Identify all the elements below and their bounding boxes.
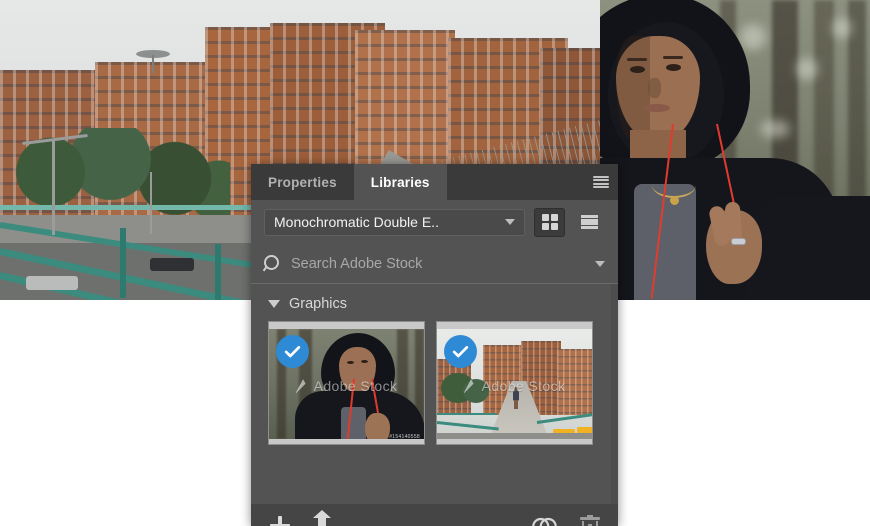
- canvas-image-hoodie-woman: [600, 0, 870, 300]
- tab-bar-spacer: [447, 164, 584, 200]
- screenshot-root: Properties Libraries Monochromatic Doubl…: [0, 0, 870, 526]
- selected-check-circle-icon: [444, 335, 477, 368]
- search-chevron-down-icon[interactable]: [595, 260, 605, 267]
- panel-menu-button[interactable]: [584, 164, 618, 200]
- list-view-icon: [581, 215, 598, 229]
- search-input[interactable]: [291, 255, 585, 272]
- creative-cloud-icon[interactable]: [531, 514, 558, 526]
- library-dropdown-label: Monochromatic Double E..: [274, 214, 439, 230]
- asset-watermark: Adobe Stock: [269, 378, 424, 394]
- triangle-down-icon: [268, 300, 280, 308]
- section-header-graphics[interactable]: Graphics: [251, 284, 618, 321]
- chevron-down-icon: [505, 219, 515, 225]
- tab-properties-label: Properties: [268, 174, 337, 190]
- adobe-stock-logo-icon: [295, 379, 311, 394]
- tab-libraries[interactable]: Libraries: [353, 164, 447, 200]
- add-content-icon[interactable]: [269, 515, 291, 526]
- section-title-graphics: Graphics: [289, 296, 348, 312]
- tab-libraries-label: Libraries: [370, 174, 430, 190]
- asset-watermark: Adobe Stock: [437, 378, 592, 394]
- panel-tab-bar: Properties Libraries: [251, 164, 618, 200]
- upload-icon[interactable]: [311, 510, 333, 526]
- trash-icon[interactable]: [580, 514, 600, 526]
- library-content-area: Graphics Adobe Stock #154140558 Adobe St…: [251, 284, 618, 504]
- adobe-stock-logo-icon: [463, 379, 479, 394]
- panel-bottom-toolbar: [251, 504, 618, 526]
- toolbar-left-group: [269, 510, 333, 526]
- content-scrollbar[interactable]: [611, 284, 618, 504]
- search-row: [251, 244, 618, 284]
- asset-watermark-text: Adobe Stock: [481, 378, 566, 395]
- toolbar-right-group: [531, 514, 600, 526]
- library-selector-row: Monochromatic Double E..: [251, 200, 618, 244]
- asset-thumbnail-hoodie-woman[interactable]: Adobe Stock #154140558: [268, 321, 425, 445]
- libraries-panel: Properties Libraries Monochromatic Doubl…: [251, 164, 618, 526]
- grid-view-icon: [541, 214, 558, 230]
- grid-view-button[interactable]: [534, 207, 565, 237]
- selected-check-circle-icon: [276, 335, 309, 368]
- list-view-button[interactable]: [574, 208, 605, 237]
- asset-thumbnail-bridge-runner[interactable]: Adobe Stock: [436, 321, 593, 445]
- library-dropdown[interactable]: Monochromatic Double E..: [264, 208, 525, 236]
- search-icon: [264, 255, 281, 272]
- asset-watermark-id: #154140558: [389, 434, 420, 440]
- tab-properties[interactable]: Properties: [251, 164, 354, 200]
- asset-grid: Adobe Stock #154140558 Adobe Stock: [251, 321, 618, 445]
- hamburger-menu-icon: [593, 176, 609, 188]
- asset-watermark-text: Adobe Stock: [313, 378, 398, 395]
